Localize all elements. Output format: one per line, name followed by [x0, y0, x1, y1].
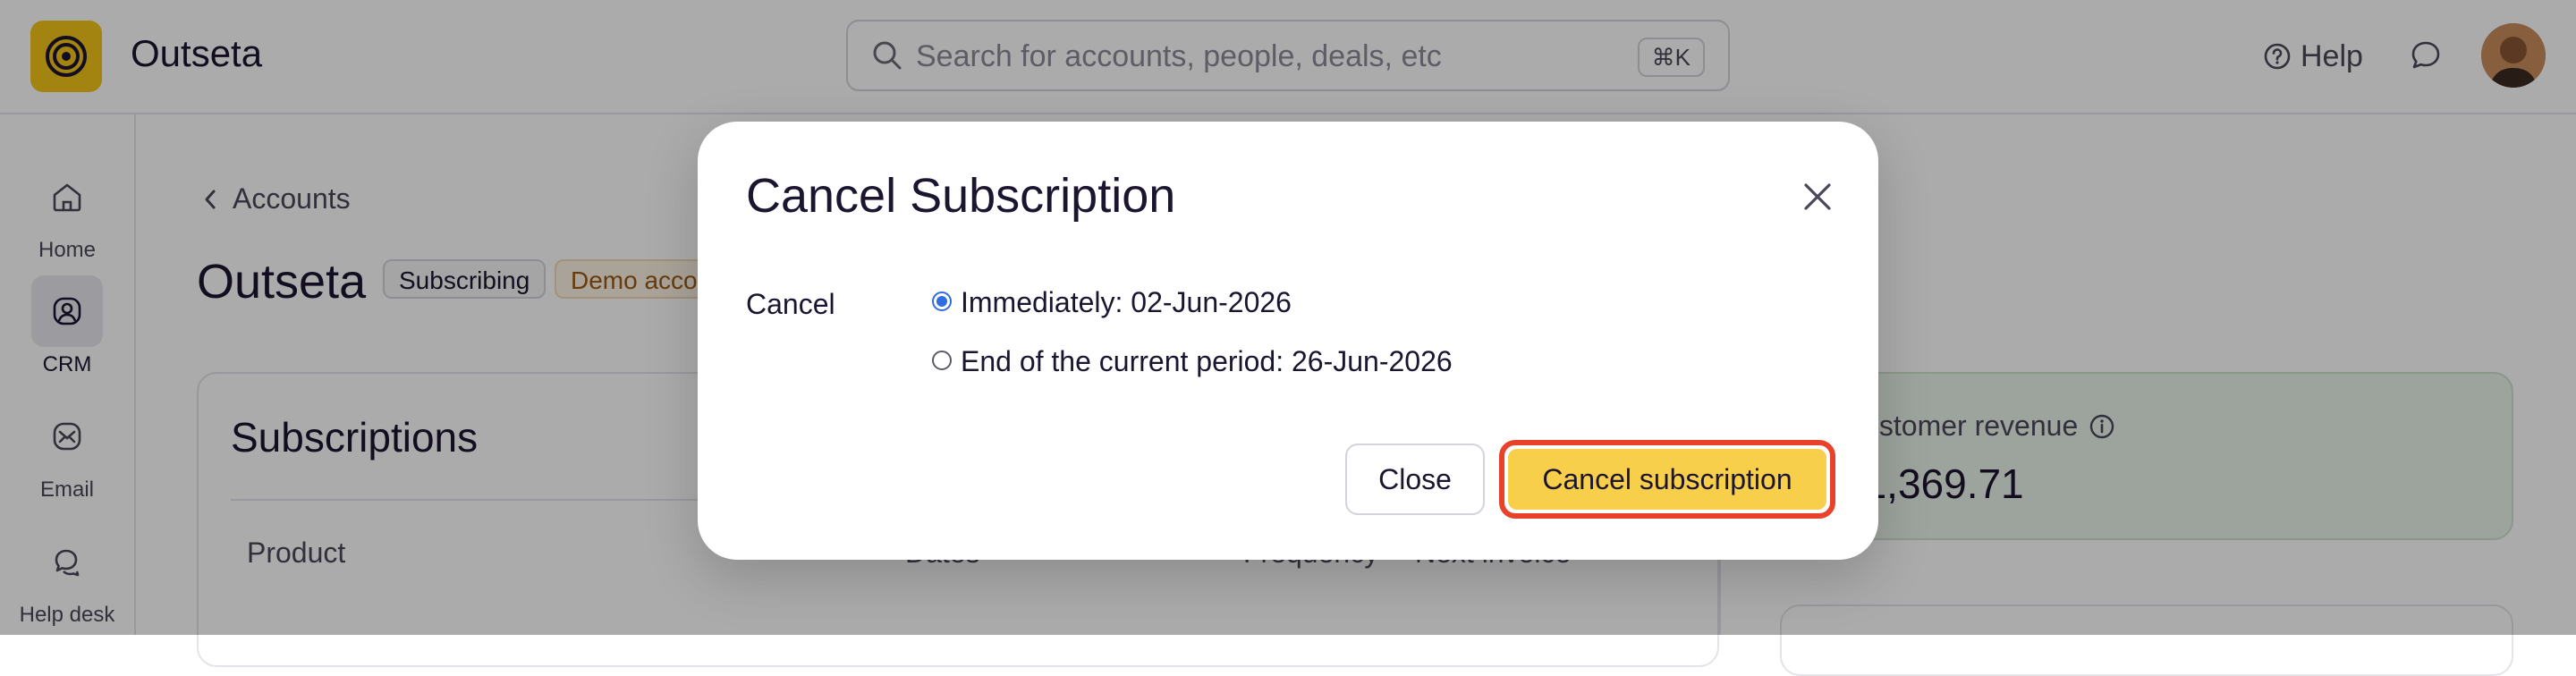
option-label: End of the current period: 26-Jun-2026 [961, 345, 1453, 377]
dialog-close-button[interactable] [1791, 170, 1844, 224]
option-label: Immediately: 02-Jun-2026 [961, 286, 1292, 318]
close-icon [1804, 183, 1831, 210]
option-immediately[interactable]: Immediately: 02-Jun-2026 [932, 286, 1292, 319]
cancel-subscription-button-highlight: Cancel subscription [1499, 440, 1835, 519]
radio-end-of-period[interactable] [932, 350, 952, 370]
cancel-subscription-dialog: Cancel Subscription Cancel Immediately: … [698, 122, 1878, 560]
close-button[interactable]: Close [1345, 444, 1485, 515]
radio-immediately[interactable] [932, 291, 952, 311]
cancel-subscription-button[interactable]: Cancel subscription [1508, 449, 1826, 510]
cancel-field-label: Cancel [746, 288, 835, 320]
dialog-title: Cancel Subscription [746, 169, 1176, 223]
option-end-of-period[interactable]: End of the current period: 26-Jun-2026 [932, 345, 1453, 378]
